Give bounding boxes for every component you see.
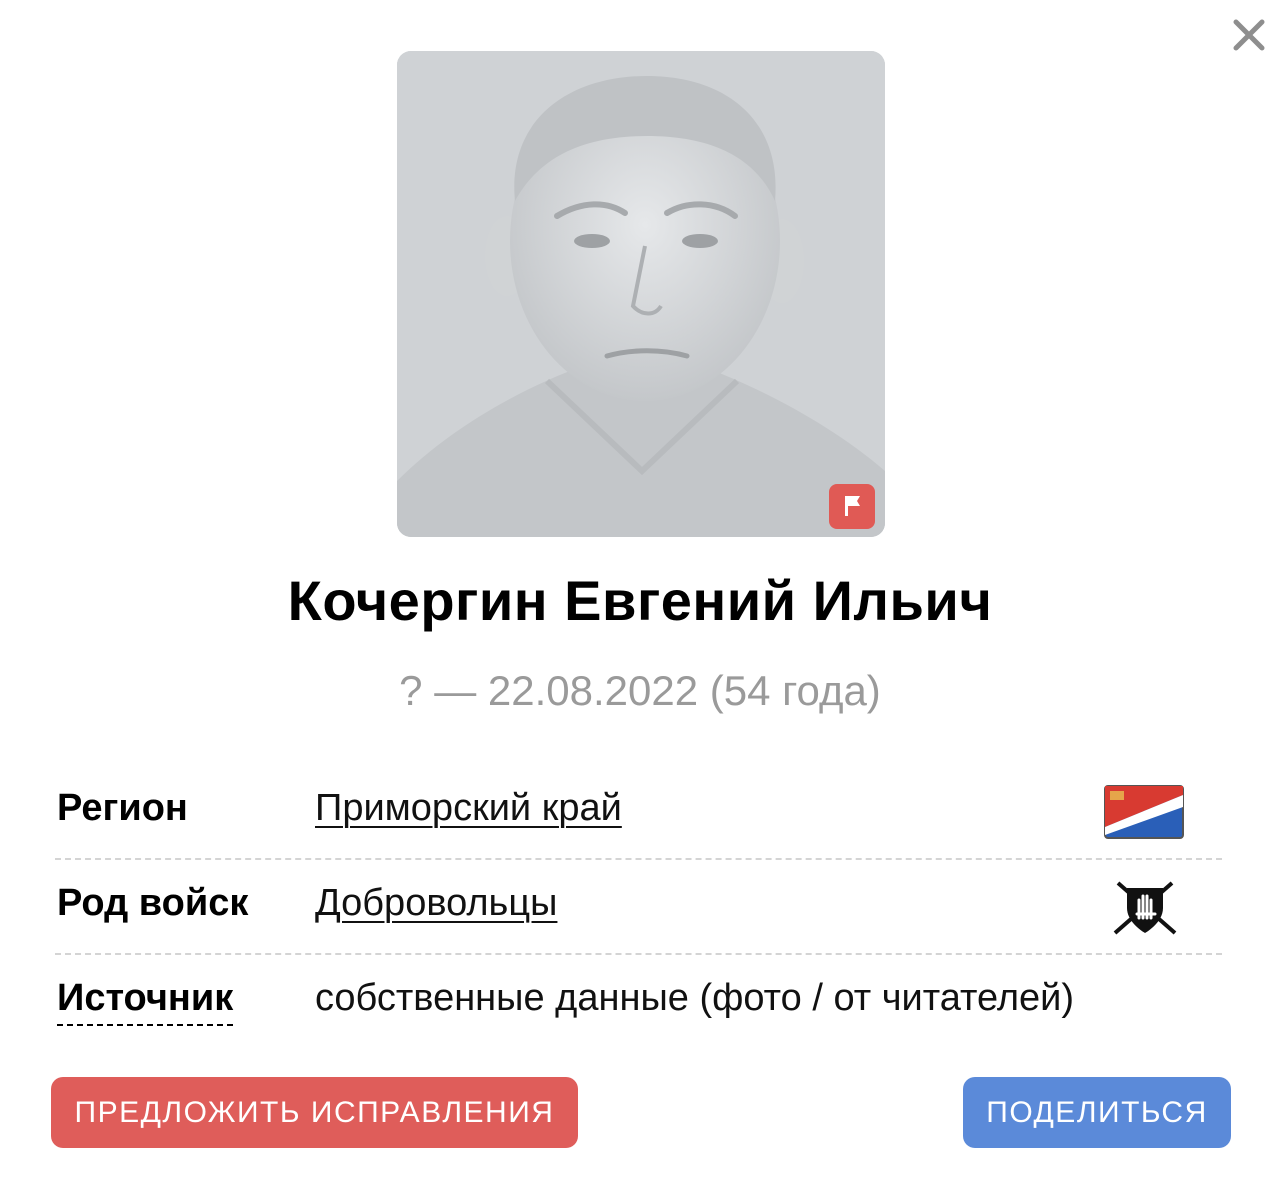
info-label-source[interactable]: Источник [57, 977, 234, 1026]
info-row-region: Регион Приморский край [55, 765, 1222, 860]
life-dates: ? — 22.08.2022 (54 года) [399, 667, 881, 714]
report-flag-button[interactable] [829, 484, 875, 529]
volunteers-emblem-icon [1110, 878, 1180, 943]
person-name: Кочергин Евгений Ильич [287, 569, 993, 632]
flag-icon [845, 496, 860, 516]
region-flag-icon [1104, 785, 1184, 844]
suggest-corrections-button[interactable]: ПРЕДЛОЖИТЬ ИСПРАВЛЕНИЯ [51, 1077, 578, 1148]
close-button[interactable] [1226, 12, 1272, 58]
branch-link[interactable]: Добровольцы [315, 882, 557, 925]
region-link[interactable]: Приморский край [315, 787, 622, 830]
info-row-source: Источник собственные данные (фото / от ч… [55, 955, 1222, 1048]
info-label-region: Регион [57, 787, 188, 829]
info-row-branch: Род войск Добровольцы [55, 860, 1222, 955]
share-button[interactable]: ПОДЕЛИТЬСЯ [963, 1077, 1231, 1148]
info-label-branch: Род войск [57, 882, 249, 924]
portrait-photo [397, 51, 885, 537]
source-value: собственные данные (фото / от читателей) [315, 977, 1075, 1019]
close-icon[interactable] [1226, 12, 1272, 58]
person-card: Кочергин Евгений Ильич ? — 22.08.2022 (5… [0, 0, 1280, 1191]
info-table: Регион Приморский край Род войск Доброво… [55, 765, 1222, 1048]
